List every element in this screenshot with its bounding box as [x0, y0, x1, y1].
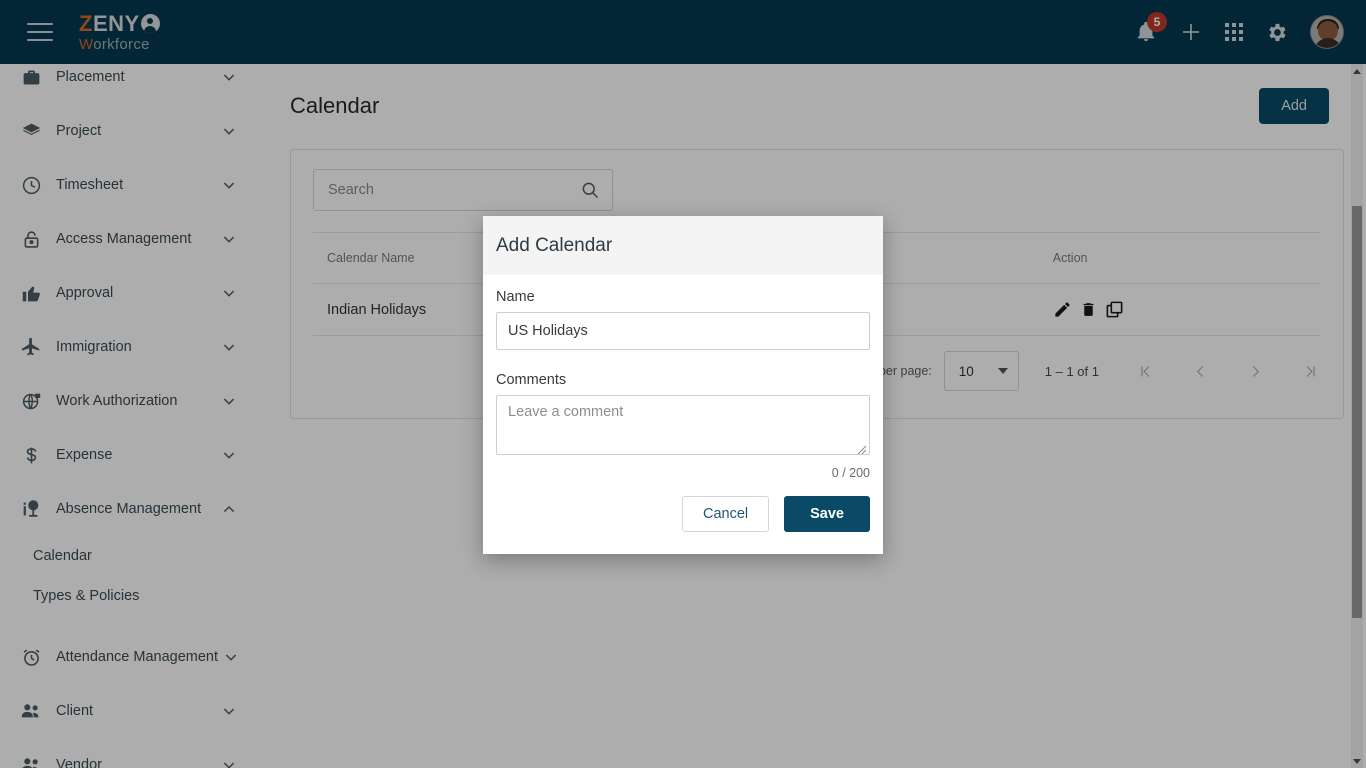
- modal-footer: Cancel Save: [483, 480, 883, 554]
- save-button[interactable]: Save: [784, 496, 870, 532]
- modal-body: Name Comments 0 / 200: [483, 275, 883, 480]
- add-calendar-modal: Add Calendar Name Comments 0 / 200 Cance…: [483, 216, 883, 554]
- name-input[interactable]: [496, 312, 870, 350]
- name-label: Name: [496, 289, 535, 305]
- modal-title: Add Calendar: [496, 235, 613, 256]
- comments-textarea[interactable]: [496, 395, 870, 455]
- character-counter: 0 / 200: [831, 466, 870, 480]
- cancel-button[interactable]: Cancel: [681, 496, 770, 532]
- comments-label: Comments: [496, 372, 567, 388]
- modal-header: Add Calendar: [483, 216, 883, 275]
